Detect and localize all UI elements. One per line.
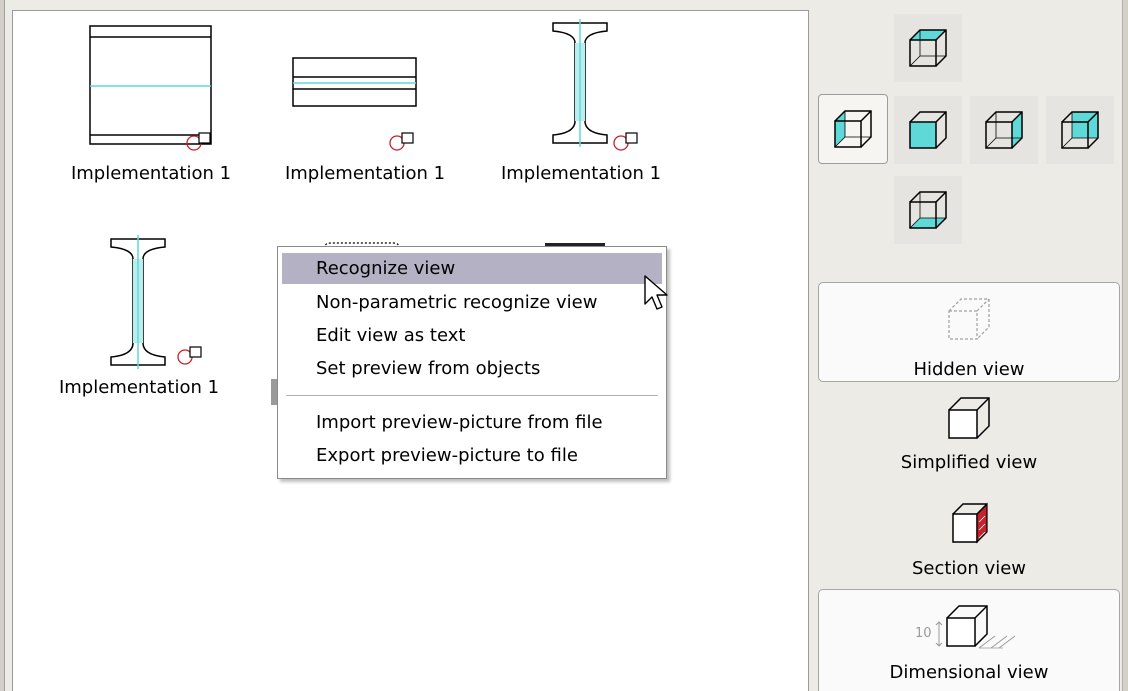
tile-label: Implementation 1 xyxy=(284,163,446,184)
context-menu: Recognize view Non-parametric recognize … xyxy=(277,246,667,479)
menu-separator xyxy=(286,395,658,396)
hidden-view-button[interactable]: Hidden view xyxy=(818,282,1120,382)
menu-item-non-parametric-recognize-view[interactable]: Non-parametric recognize view xyxy=(282,287,662,318)
hidden-view-label: Hidden view xyxy=(913,359,1025,380)
panel-border xyxy=(1122,0,1128,691)
view-panel: Hidden view Simplified view Section view… xyxy=(810,0,1128,691)
dimensional-view-label: Dimensional view xyxy=(889,662,1049,683)
menu-item-set-preview-from-objects[interactable]: Set preview from objects xyxy=(282,353,662,384)
bottom-view-icon[interactable] xyxy=(894,176,962,244)
i-beam-preview xyxy=(552,19,638,151)
preview-tile-2[interactable]: Implementation 1 xyxy=(265,17,465,197)
preview-tile-3[interactable]: Implementation 1 xyxy=(481,17,681,197)
tile-label: Implementation 1 xyxy=(58,377,220,398)
simplified-view-button[interactable]: Simplified view xyxy=(818,390,1120,484)
left-border xyxy=(0,0,5,691)
right-view-icon[interactable] xyxy=(970,96,1038,164)
simplified-view-icon xyxy=(948,397,990,439)
back-view-icon[interactable] xyxy=(1046,96,1114,164)
top-view-icon[interactable] xyxy=(894,14,962,82)
menu-item-import-preview-picture[interactable]: Import preview-picture from file xyxy=(282,407,662,438)
left-view-icon[interactable] xyxy=(818,94,888,164)
section-view-label: Section view xyxy=(911,558,1027,579)
menu-item-edit-view-as-text[interactable]: Edit view as text xyxy=(282,320,662,351)
simplified-view-label: Simplified view xyxy=(900,452,1038,473)
tile-label: Implementation 1 xyxy=(500,163,662,184)
rect-tall-preview xyxy=(89,25,212,151)
section-view-button[interactable]: Section view xyxy=(818,494,1120,586)
menu-item-export-preview-picture[interactable]: Export preview-picture to file xyxy=(282,440,662,471)
front-view-icon[interactable] xyxy=(894,96,962,164)
mouse-cursor-icon xyxy=(644,275,668,310)
preview-tile-4[interactable]: Implementation 1 xyxy=(39,231,239,411)
menu-item-recognize-view[interactable]: Recognize view xyxy=(282,253,662,284)
section-view-icon xyxy=(952,502,988,544)
dimensional-view-icon: 10 xyxy=(899,596,1039,656)
hidden-view-icon xyxy=(948,298,990,340)
preview-tile-1[interactable]: Implementation 1 xyxy=(51,17,251,197)
i-beam-preview xyxy=(110,235,202,369)
dimensional-view-button[interactable]: 10 Dimensional view xyxy=(818,589,1120,691)
rect-short-preview xyxy=(292,57,417,151)
tile-label: Implementation 1 xyxy=(70,163,232,184)
